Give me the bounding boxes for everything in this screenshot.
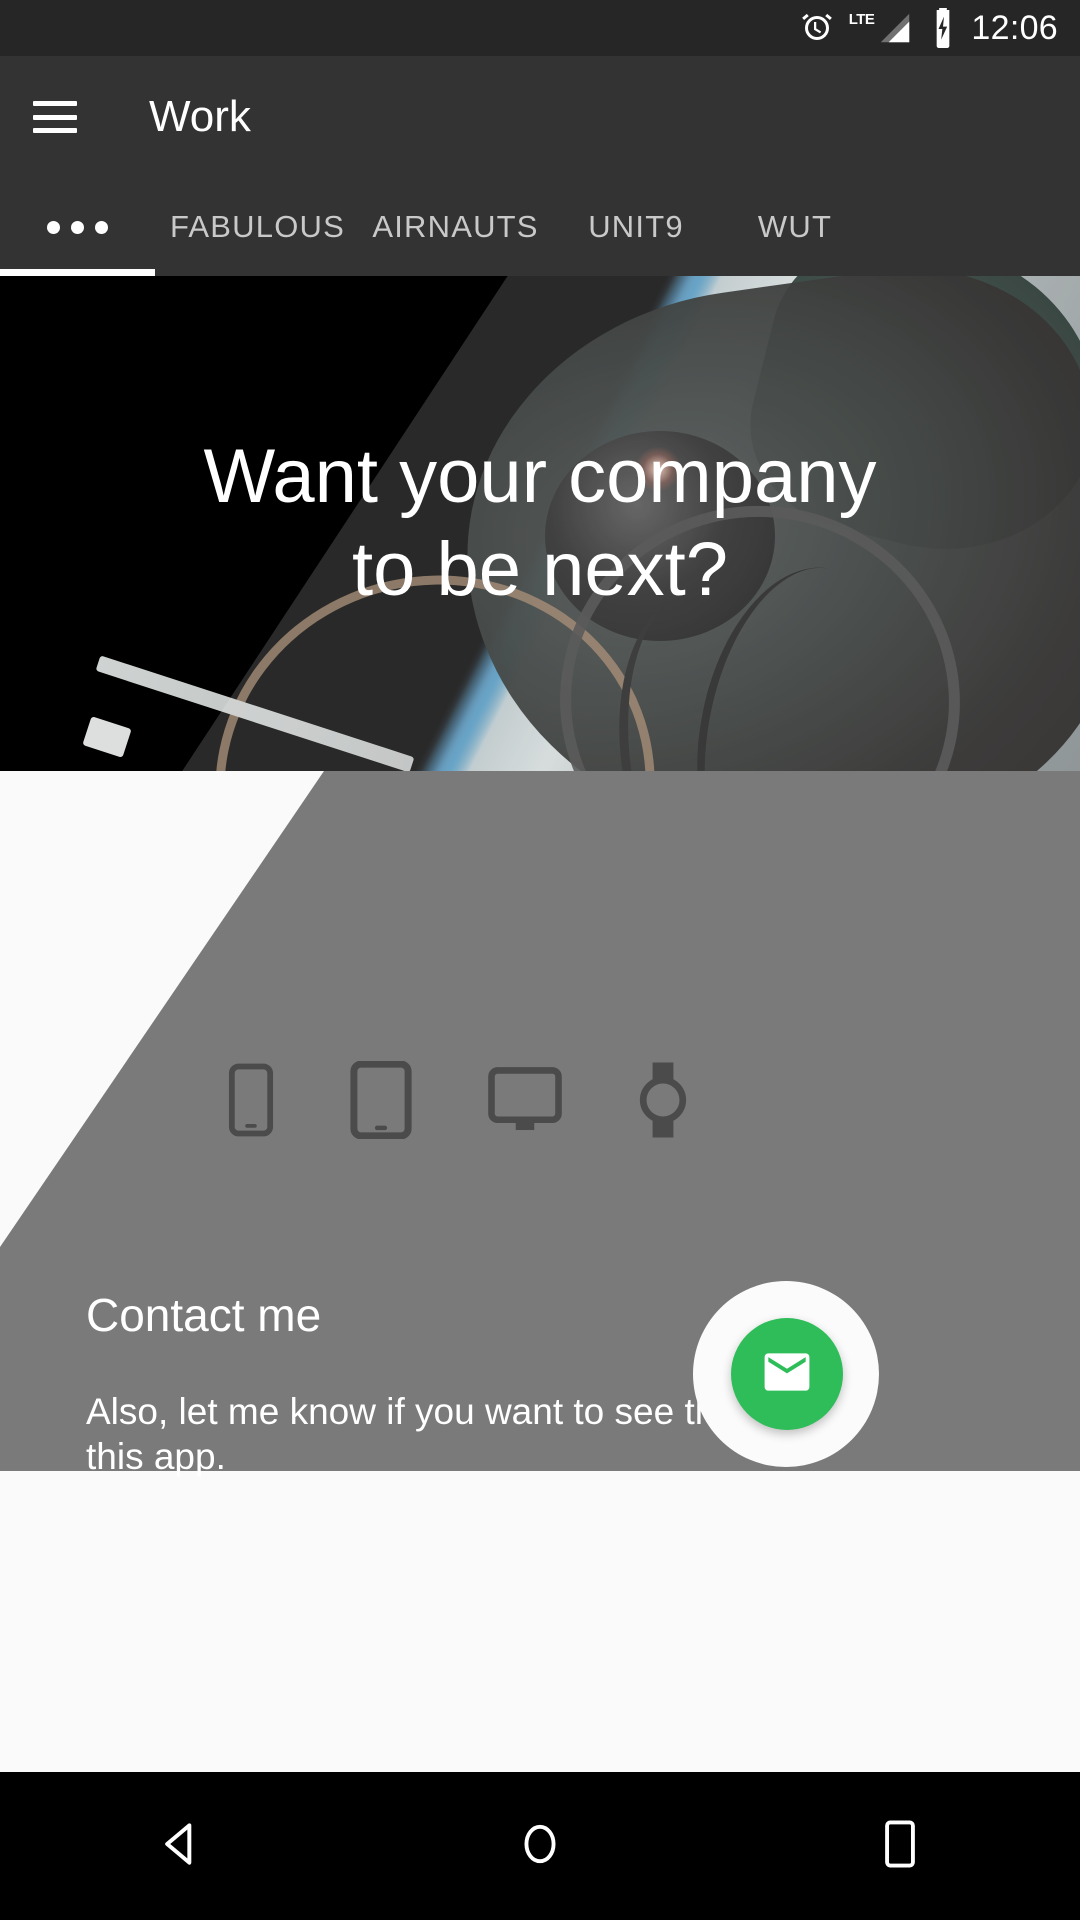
tab-airnauts[interactable]: AIRNAUTS xyxy=(360,178,551,276)
app-screen: Want your company to be next? Contact me… xyxy=(0,0,1080,1920)
lte-signal-icon: LTE xyxy=(849,9,916,47)
lte-label: LTE xyxy=(848,11,875,28)
ellipsis-icon xyxy=(47,220,108,234)
desktop-icon xyxy=(488,1066,562,1138)
android-navigation-bar xyxy=(0,1772,1080,1920)
back-button[interactable] xyxy=(0,1816,360,1877)
watch-icon xyxy=(638,1060,688,1145)
phone-icon xyxy=(228,1063,274,1142)
astronaut-photo xyxy=(0,276,1080,771)
recents-square-icon xyxy=(877,1816,923,1877)
home-circle-icon xyxy=(514,1816,566,1877)
status-bar-clock: 12:06 xyxy=(971,9,1058,47)
recents-button[interactable] xyxy=(720,1816,1080,1877)
tab-fabulous[interactable]: FABULOUS xyxy=(155,178,360,276)
email-envelope-icon xyxy=(759,1344,815,1405)
tablet-icon xyxy=(350,1060,412,1144)
battery-charging-icon xyxy=(929,8,957,48)
alarm-clock-icon xyxy=(799,10,835,46)
page-title: Work xyxy=(149,92,251,141)
tab-bar: FABULOUS AIRNAUTS UNIT9 WUT xyxy=(0,178,1080,276)
hamburger-menu-button[interactable] xyxy=(0,101,110,133)
hero-image: Want your company to be next? xyxy=(0,276,1080,771)
app-toolbar: Work xyxy=(0,56,1080,178)
home-button[interactable] xyxy=(360,1816,720,1877)
tab-active-indicator xyxy=(0,269,155,276)
tab-unit9[interactable]: UNIT9 xyxy=(551,178,721,276)
tab-wut[interactable]: WUT xyxy=(721,178,869,276)
email-fab-button[interactable] xyxy=(731,1318,843,1430)
supported-devices-row xyxy=(228,1052,688,1152)
hamburger-menu-icon xyxy=(33,101,77,133)
tab-overview[interactable] xyxy=(0,178,155,276)
status-bar: LTE 12:06 xyxy=(0,0,1080,56)
back-triangle-icon xyxy=(152,1816,208,1877)
